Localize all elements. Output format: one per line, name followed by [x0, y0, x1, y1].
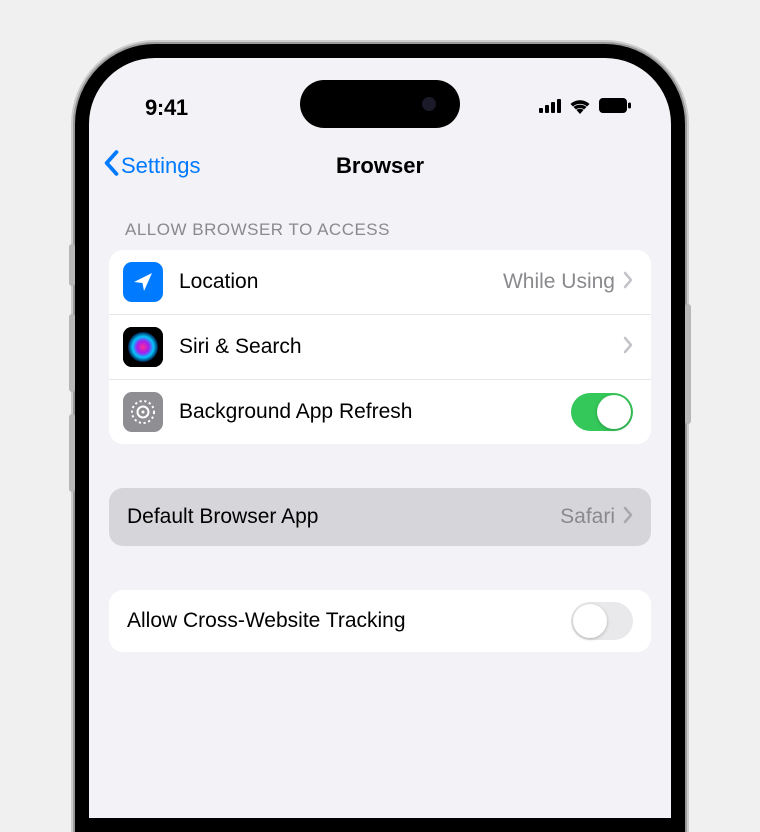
- chevron-right-icon: [623, 506, 633, 529]
- page-title: Browser: [336, 153, 424, 179]
- back-button[interactable]: Settings: [103, 150, 201, 182]
- tracking-label: Allow Cross-Website Tracking: [127, 609, 571, 633]
- default-browser-group: Default Browser App Safari: [109, 488, 651, 546]
- battery-icon: [599, 98, 631, 118]
- cellular-icon: [539, 99, 561, 118]
- access-group: Location While Using Siri & Search: [109, 250, 651, 444]
- section-header: ALLOW BROWSER TO ACCESS: [89, 200, 671, 250]
- status-time: 9:41: [145, 95, 188, 121]
- status-icons: [539, 98, 631, 119]
- default-browser-value: Safari: [560, 505, 615, 529]
- siri-icon: [123, 327, 163, 367]
- navigation-bar: Settings Browser: [89, 128, 671, 200]
- location-value: While Using: [503, 270, 615, 294]
- back-label: Settings: [121, 153, 201, 179]
- background-refresh-toggle[interactable]: [571, 393, 633, 431]
- default-browser-label: Default Browser App: [127, 505, 560, 529]
- volume-down-button: [69, 414, 75, 492]
- siri-row[interactable]: Siri & Search: [109, 315, 651, 380]
- tracking-group: Allow Cross-Website Tracking: [109, 590, 651, 652]
- wifi-icon: [569, 98, 591, 119]
- volume-up-button: [69, 314, 75, 392]
- dynamic-island: [300, 80, 460, 128]
- chevron-left-icon: [103, 150, 119, 182]
- power-button: [685, 304, 691, 424]
- chevron-right-icon: [623, 271, 633, 294]
- tracking-toggle[interactable]: [571, 602, 633, 640]
- location-icon: [123, 262, 163, 302]
- siri-label: Siri & Search: [179, 335, 623, 359]
- side-button: [69, 244, 75, 286]
- default-browser-row[interactable]: Default Browser App Safari: [109, 488, 651, 546]
- chevron-right-icon: [623, 336, 633, 359]
- location-row[interactable]: Location While Using: [109, 250, 651, 315]
- screen: 9:41 Settings Browser: [89, 58, 671, 818]
- background-refresh-row: Background App Refresh: [109, 380, 651, 444]
- location-label: Location: [179, 270, 503, 294]
- gear-icon: [123, 392, 163, 432]
- background-refresh-label: Background App Refresh: [179, 400, 571, 424]
- tracking-row: Allow Cross-Website Tracking: [109, 590, 651, 652]
- phone-frame: 9:41 Settings Browser: [75, 44, 685, 832]
